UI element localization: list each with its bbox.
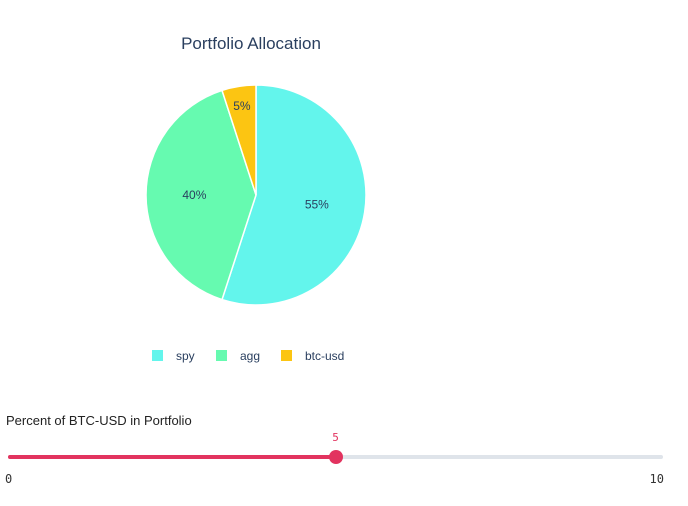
slider-min-label: 0 xyxy=(5,472,13,486)
pie-chart: Portfolio Allocation 55% 40% 5% spy agg btc-… xyxy=(145,34,367,363)
chart-legend: spy agg btc-usd xyxy=(152,349,344,363)
chart-title: Portfolio Allocation xyxy=(181,34,321,53)
slider-handle[interactable] xyxy=(328,450,343,464)
pie-slices xyxy=(145,84,367,306)
legend-swatch-spy[interactable] xyxy=(152,350,163,361)
slice-label-spy: 55% xyxy=(305,198,329,212)
slider-fill xyxy=(8,455,336,459)
slider-value-label: 5 xyxy=(332,431,339,444)
legend-label-btc-usd[interactable]: btc-usd xyxy=(305,349,344,363)
legend-label-spy[interactable]: spy xyxy=(176,349,195,363)
slice-label-btc-usd: 5% xyxy=(233,99,251,113)
slider-track[interactable]: 5 xyxy=(8,431,663,464)
slice-label-agg: 40% xyxy=(182,188,206,202)
legend-label-agg[interactable]: agg xyxy=(240,349,260,363)
legend-swatch-agg[interactable] xyxy=(216,350,227,361)
slider-max-label: 10 xyxy=(649,472,664,486)
legend-swatch-btc-usd[interactable] xyxy=(281,350,292,361)
app-root: Portfolio Allocation 55% 40% 5% spy agg btc-… xyxy=(0,0,688,506)
slider-label: Percent of BTC-USD in Portfolio xyxy=(6,413,192,428)
